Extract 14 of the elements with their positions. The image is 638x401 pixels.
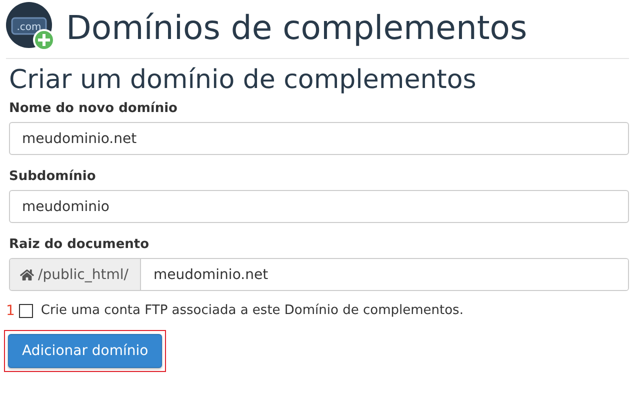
step-marker: 1 xyxy=(6,304,15,318)
add-domain-button[interactable]: Adicionar domínio xyxy=(8,334,162,368)
page-title: Domínios de complementos xyxy=(66,8,528,46)
checkbox[interactable] xyxy=(18,304,33,318)
field-label: Raiz do documento xyxy=(9,237,150,252)
checkbox-label: Crie uma conta FTP associada a este Domínio de complementos. xyxy=(40,303,464,318)
field-label: Nome do novo domínio xyxy=(9,101,178,116)
home-icon xyxy=(20,268,34,282)
input-field[interactable]: meudominio xyxy=(9,190,629,223)
document-root-field[interactable]: /public_html/ meudominio.net xyxy=(9,258,629,291)
path-prefix: /public_html/ xyxy=(38,266,128,282)
section-title: Criar um domínio de complementos xyxy=(9,65,478,95)
field-label: Subdomínio xyxy=(9,169,97,184)
input-field[interactable]: meudominio.net xyxy=(9,122,629,155)
